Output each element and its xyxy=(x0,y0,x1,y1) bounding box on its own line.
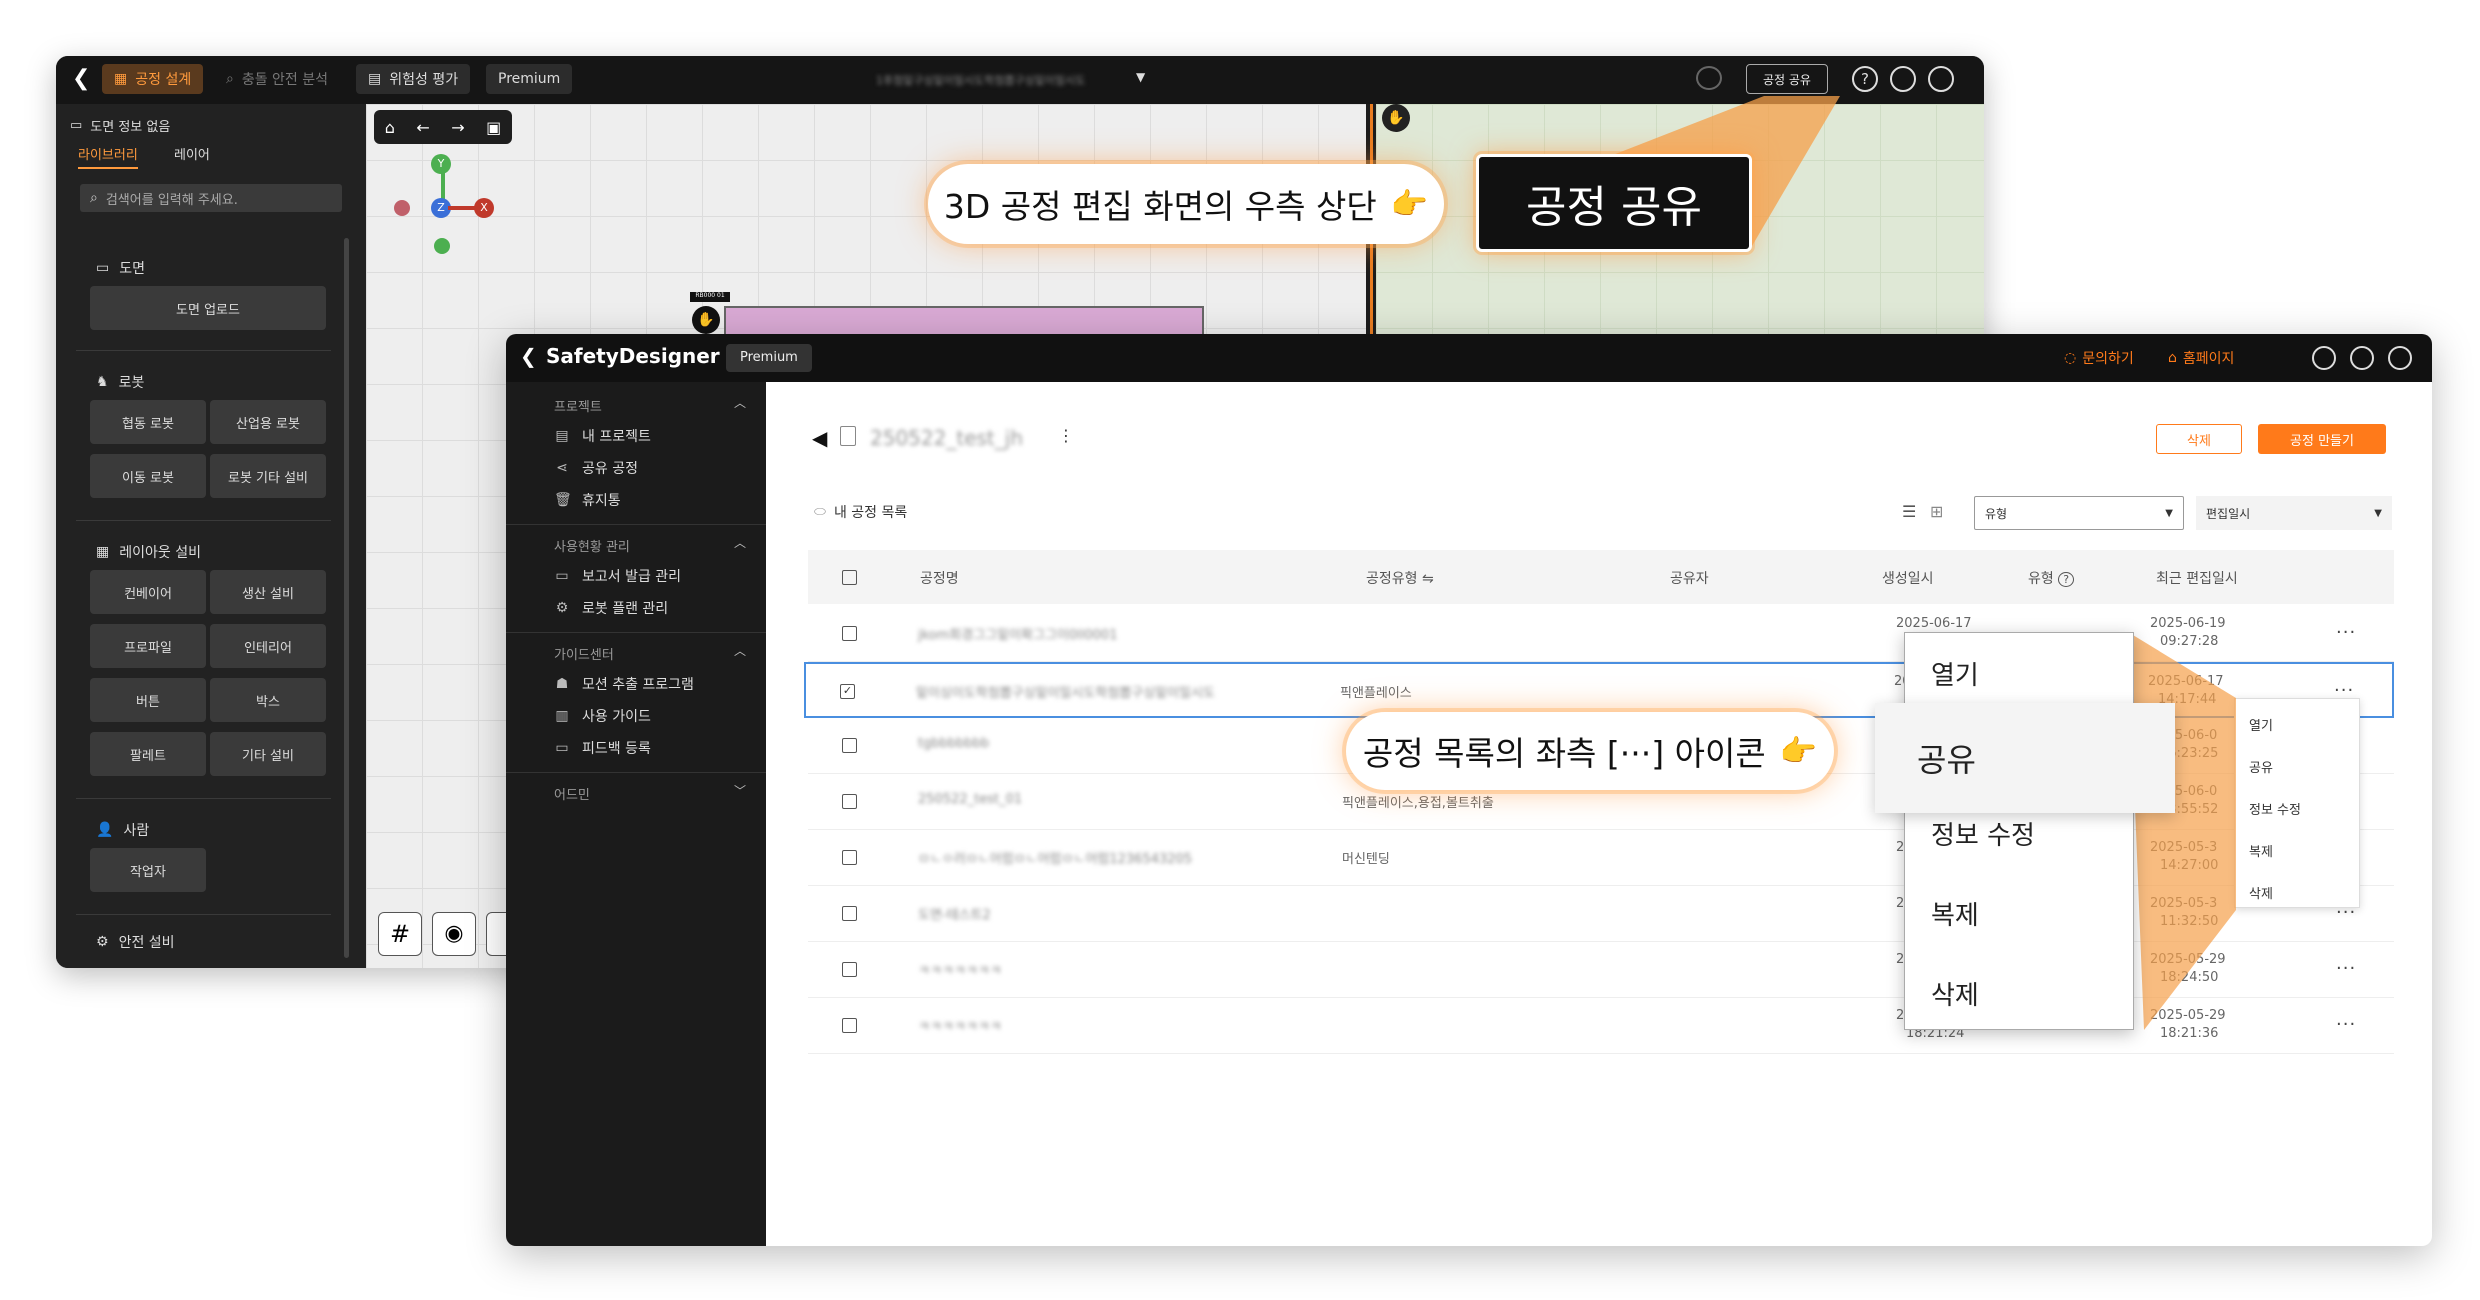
zoom-menu-duplicate: 복제 xyxy=(1931,901,1979,931)
composite-screenshot: ❮ ▦ 공정 설계 ⌕ 충돌 안전 분석 ▤ 위험성 평가 Premium 1후첨밑구… xyxy=(0,0,2480,1300)
zoomed-context-menu: 열기 공유 정보 수정 복제 삭제 xyxy=(1875,632,2175,1030)
zoom-menu-share: 공유 xyxy=(1875,703,2175,813)
callout-list: 공정 목록의 좌측 [···] 아이콘 👉 xyxy=(1346,712,1834,790)
zoom-menu-open: 열기 xyxy=(1931,661,1979,691)
zoom-menu-delete: 삭제 xyxy=(1931,981,1979,1011)
zoom-menu-edit-info: 정보 수정 xyxy=(1931,821,2035,851)
pointing-hand-icon: 👉 xyxy=(1779,733,1818,769)
